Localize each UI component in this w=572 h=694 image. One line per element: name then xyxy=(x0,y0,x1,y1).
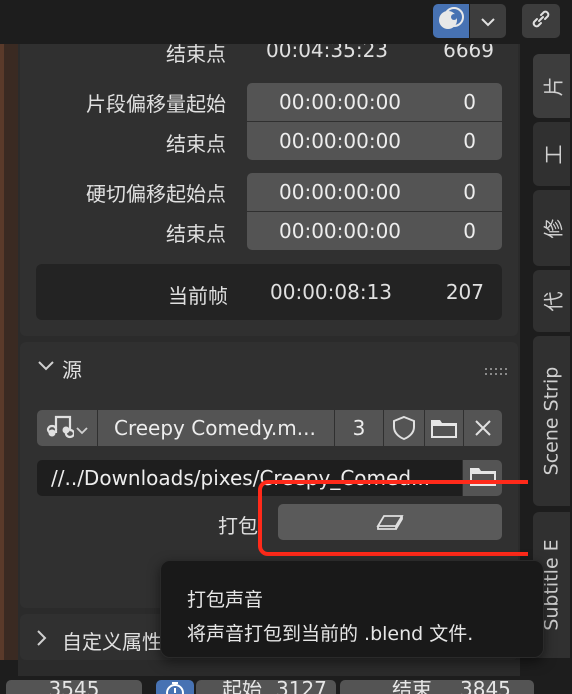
sound-name-field[interactable]: Creepy Comedy.m... xyxy=(98,410,334,446)
tab-modifiers[interactable]: 修 xyxy=(533,190,570,266)
drag-handle-icon[interactable] xyxy=(484,362,508,375)
hold-end-field[interactable]: 00:00:00:00 0 xyxy=(247,212,502,250)
end-value: 3845 xyxy=(460,680,511,694)
end-label: 结束 xyxy=(392,680,432,694)
offset-end-label: 结束点 xyxy=(166,132,226,156)
current-frame-timecode: 00:00:08:13 xyxy=(270,280,393,304)
overlay-dropdown[interactable] xyxy=(470,4,506,38)
highlight-box xyxy=(258,480,542,556)
start-label: 起始 xyxy=(222,680,262,694)
current-frame-number: 207 xyxy=(445,280,484,304)
overlay-toggle-button[interactable] xyxy=(433,4,469,38)
users-count[interactable]: 3 xyxy=(335,410,383,446)
close-icon[interactable] xyxy=(464,410,502,446)
stopwatch-icon[interactable] xyxy=(156,680,194,694)
offset-end-frames: 0 xyxy=(463,129,476,153)
hold-end-frames: 0 xyxy=(463,219,476,243)
fake-user-shield-icon[interactable] xyxy=(384,410,424,446)
end-frame-field[interactable]: 结束 3845 xyxy=(340,680,534,694)
tooltip-title: 打包声音 xyxy=(187,589,264,611)
folder-icon[interactable] xyxy=(425,410,463,446)
offset-start-frames: 0 xyxy=(463,90,476,114)
sound-browse-button[interactable] xyxy=(37,410,97,446)
music-note-icon xyxy=(46,413,76,444)
chevron-right-icon[interactable] xyxy=(36,626,56,650)
current-frame-label: 当前帧 xyxy=(168,284,228,308)
offset-end-field[interactable]: 00:00:00:00 0 xyxy=(247,122,502,160)
current-frame-field[interactable]: 3545 xyxy=(6,680,142,694)
offset-start-field[interactable]: 00:00:00:00 0 xyxy=(247,83,502,121)
start-frame-field[interactable]: 起始 3127 xyxy=(196,680,336,694)
link-button[interactable] xyxy=(522,4,560,38)
timeline-edge xyxy=(0,40,18,660)
tab-tool[interactable]: 工 xyxy=(533,122,570,186)
hold-start-label: 硬切偏移起始点 xyxy=(86,182,226,206)
tab-strip[interactable]: 片 xyxy=(533,54,570,118)
tab-scene-strip[interactable]: Scene Strip xyxy=(533,336,570,506)
chevron-down-icon[interactable] xyxy=(34,354,58,378)
tab-proxy[interactable]: 代 xyxy=(533,270,570,332)
pack-label: 打包 xyxy=(218,514,258,538)
custom-properties-title[interactable]: 自定义属性 xyxy=(62,626,162,655)
overlay-icon xyxy=(438,6,464,36)
tooltip-description: 将声音打包到当前的 .blend 文件. xyxy=(187,623,474,645)
tab-tool-label: 工 xyxy=(541,144,565,164)
chevron-down-icon xyxy=(481,12,495,31)
hold-start-field[interactable]: 00:00:00:00 0 xyxy=(247,173,502,211)
source-panel-title[interactable]: 源 xyxy=(62,354,82,383)
tab-proxy-label: 代 xyxy=(541,291,565,311)
tooltip: 打包声音 将声音打包到当前的 .blend 文件. xyxy=(160,560,544,658)
link-icon xyxy=(529,7,553,35)
hold-end-label: 结束点 xyxy=(166,222,226,246)
offset-start-label: 片段偏移量起始 xyxy=(86,92,226,116)
current-frame-value: 3545 xyxy=(48,680,100,694)
start-value: 3127 xyxy=(276,680,327,694)
chevron-down-icon xyxy=(76,416,88,440)
tab-modifiers-label: 修 xyxy=(541,218,565,238)
hold-start-frames: 0 xyxy=(463,180,476,204)
tab-strip-label: 片 xyxy=(541,76,565,96)
tab-scene-strip-label: Scene Strip xyxy=(540,366,563,476)
